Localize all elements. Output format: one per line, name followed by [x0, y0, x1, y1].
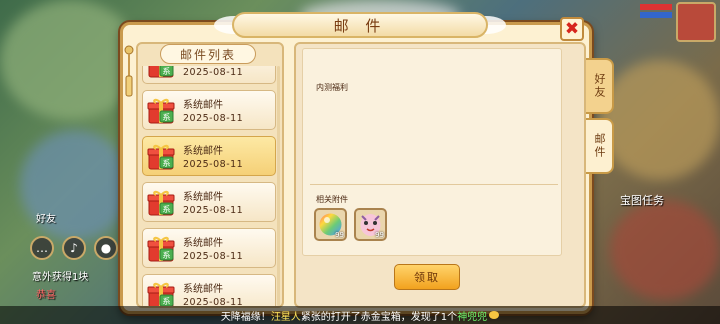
announcement-bar: 天降福缘！ 汪星人 紧张的打开了赤金宝箱，发现了1个 神兜兜 [0, 306, 720, 324]
divider [310, 184, 558, 185]
mail-sender: 系统邮件 [183, 284, 223, 295]
bg-text-friend: 好友 [36, 214, 56, 225]
mail-list-item[interactable]: 系 系统邮件 2025-08-11 [142, 90, 276, 130]
gift-icon: 系 [147, 190, 175, 216]
announcement-item[interactable]: 神兜兜 [457, 308, 487, 323]
mail-list-item[interactable]: 系 系统邮件 2025-08-11 [142, 274, 276, 306]
mail-list-item[interactable]: 系 系统邮件 2025-08-11 [142, 228, 276, 268]
mail-list-header: 邮件列表 [160, 44, 256, 64]
mail-date: 2025-08-11 [183, 205, 244, 216]
gift-icon-label: 系 [163, 158, 171, 168]
bg-text-gain: 意外获得1块 [32, 272, 89, 283]
gift-icon-label: 系 [163, 66, 171, 76]
close-button[interactable]: ✖ [560, 17, 584, 41]
gift-icon-label: 系 [163, 112, 171, 122]
gift-icon: 系 [147, 236, 175, 262]
gift-icon-label: 系 [163, 296, 171, 306]
mail-subject: 内测福利 [316, 83, 348, 92]
chat-icon[interactable]: … [30, 236, 54, 260]
gift-icon: 系 [147, 144, 175, 170]
avatar[interactable] [676, 2, 716, 42]
hp-bar [640, 4, 672, 10]
mail-date: 2025-08-11 [183, 159, 244, 170]
announcement-text: 紧张的打开了赤金宝箱，发现了1个 [300, 311, 458, 323]
mail-list-item[interactable]: 系 系统邮件 2025-08-11 [142, 136, 276, 176]
attachment-count: 99 [375, 231, 384, 239]
gift-icon: 系 [148, 66, 174, 78]
gift-icon-label: 系 [163, 204, 171, 214]
tab-mail[interactable]: 邮件 [586, 118, 614, 174]
mail-sender: 系统邮件 [183, 192, 223, 203]
mail-date: 2025-08-11 [183, 297, 244, 306]
tassel-ornament [124, 45, 134, 97]
tab-friends[interactable]: 好友 [586, 58, 614, 114]
attachment-slot[interactable]: 99 [354, 208, 387, 241]
bg-text-treasure-map: 宝图任务 [620, 194, 664, 207]
attachment-count: 99 [335, 231, 344, 239]
mail-sender: 系统邮件 [183, 146, 223, 157]
mail-date: 2025-08-11 [183, 113, 244, 124]
coin-icon [489, 311, 500, 319]
mail-sender: 系统邮件 [183, 100, 223, 111]
mp-bar [640, 12, 672, 18]
voice-icon[interactable]: ♪ [62, 236, 86, 260]
mail-sender: 系统邮件 [183, 238, 223, 249]
mail-date: 2025-08-11 [183, 67, 244, 78]
attachments-label: 相关附件 [316, 195, 348, 204]
gift-icon: 系 [147, 282, 175, 306]
mail-list: 系系统邮件2025-08-11系系统邮件2025-08-11系系统邮件2025-… [142, 66, 276, 306]
mail-list-scrollbar[interactable] [277, 66, 280, 306]
announcement-player[interactable]: 汪星人 [271, 308, 301, 323]
mic-icon[interactable]: ● [94, 236, 118, 260]
gift-icon-label: 系 [163, 250, 171, 260]
mail-date: 2025-08-11 [183, 251, 244, 262]
attachment-slot[interactable]: 99 [314, 208, 347, 241]
mail-list-item[interactable]: 系系统邮件2025-08-11 [142, 66, 276, 84]
mail-list-item[interactable]: 系 系统邮件 2025-08-11 [142, 182, 276, 222]
announcement-prefix: 天降福缘！ [220, 311, 271, 323]
gift-icon: 系 [147, 98, 175, 124]
bg-text-congrats: 恭喜 [36, 290, 56, 301]
window-title: 邮 件 [232, 12, 488, 38]
claim-button[interactable]: 领取 [394, 264, 460, 290]
